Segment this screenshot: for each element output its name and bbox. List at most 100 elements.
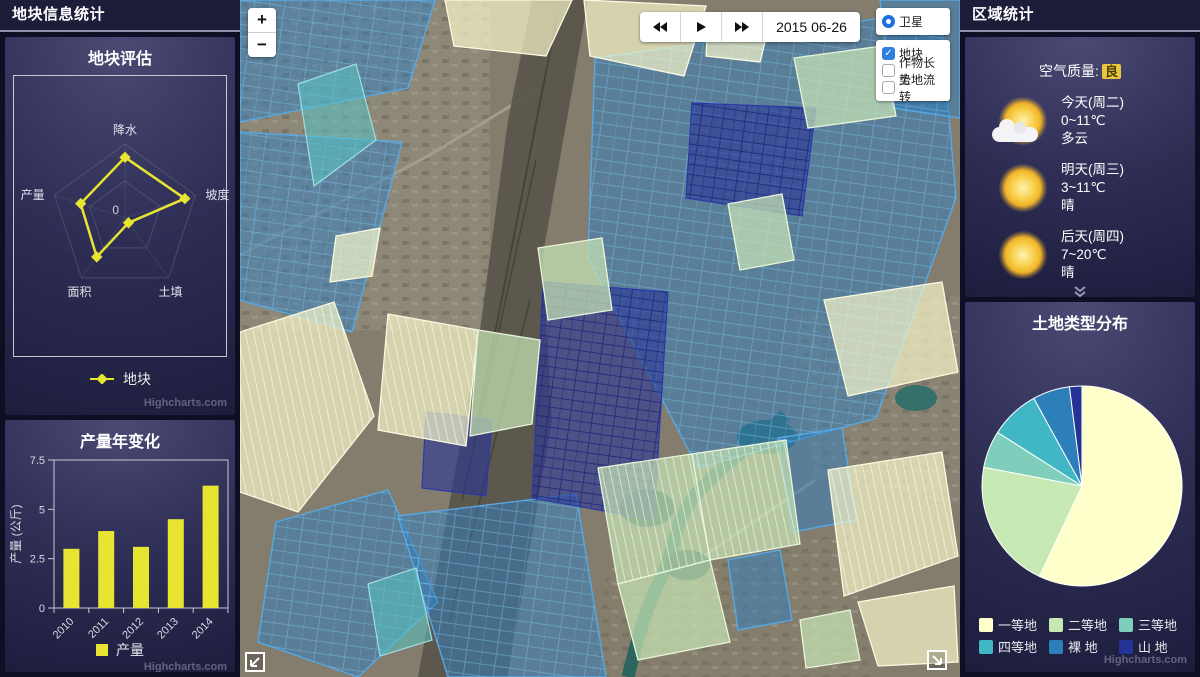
svg-text:0: 0: [112, 203, 119, 217]
weather-panel: 空气质量:良 今天(周二) 0~11℃ 多云 明天(周三) 3~11℃ 晴 后: [965, 37, 1195, 297]
pie-legend-item[interactable]: 四等地: [979, 637, 1049, 656]
legend-label: 一等地: [998, 615, 1037, 634]
right-sidebar-title: 区域统计: [960, 0, 1200, 32]
legend-label: 裸 地: [1068, 637, 1098, 656]
layer-label: 土地流转: [899, 71, 944, 105]
svg-text:2.5: 2.5: [30, 554, 45, 566]
weather-desc: 多云: [1061, 130, 1124, 148]
basemap-selector: 卫星: [876, 8, 950, 35]
legend-swatch: [1049, 640, 1063, 654]
svg-text:降水: 降水: [113, 123, 137, 137]
weather-day-tomorrow: 明天(周三) 3~11℃ 晴: [999, 161, 1195, 215]
legend-swatch: [1119, 618, 1133, 632]
weather-day-after: 后天(周四) 7~20℃ 晴: [999, 228, 1195, 282]
svg-text:2012: 2012: [120, 616, 146, 642]
timeline-date: 2015 06-26: [763, 12, 860, 42]
weather-desc: 晴: [1061, 197, 1124, 215]
weather-day-today: 今天(周二) 0~11℃ 多云: [999, 94, 1195, 148]
svg-text:7.5: 7.5: [30, 455, 45, 467]
svg-text:2013: 2013: [155, 616, 181, 642]
sun-cloud-icon: [999, 97, 1047, 145]
weather-day-name: 后天(周四): [1061, 228, 1124, 246]
svg-text:2010: 2010: [51, 616, 77, 642]
pie-legend-item[interactable]: 一等地: [979, 615, 1049, 634]
checkbox-icon[interactable]: [882, 64, 895, 77]
fast-forward-button[interactable]: [722, 12, 763, 42]
legend-swatch: [979, 618, 993, 632]
highcharts-credits[interactable]: Highcharts.com: [144, 397, 227, 409]
legend-swatch: [1119, 640, 1133, 654]
layer-row-land-transfer[interactable]: 土地流转: [882, 79, 944, 96]
bar-chart: 0 2.5 5 7.5 产量 (公斤) 2010 2011 2012 2013 2014: [6, 454, 234, 656]
land-type-panel: 土地类型分布 一等地二等地三等地四等地裸 地山 地 Highcharts.com: [965, 302, 1195, 672]
map-zoom-control: + −: [248, 8, 276, 57]
zoom-in-button[interactable]: +: [248, 8, 276, 32]
legend-swatch: [979, 640, 993, 654]
legend-label: 二等地: [1068, 615, 1107, 634]
bar-legend-label: 产量: [116, 640, 144, 660]
weather-day-name: 今天(周二): [1061, 94, 1124, 112]
satellite-radio-row[interactable]: 卫星: [882, 13, 944, 30]
series-marker-icon: [89, 374, 115, 384]
satellite-radio-label: 卫星: [899, 13, 923, 30]
map-viewport[interactable]: + − 2015 06-26 卫星 地块: [240, 0, 960, 677]
pie-chart-title: 土地类型分布: [965, 302, 1195, 334]
pie-legend-item[interactable]: 三等地: [1119, 615, 1189, 634]
left-sidebar: 地块信息统计 地块评估 降水坡度土填面积产量0 地块 Highcharts.co…: [0, 0, 240, 677]
air-quality-label: 空气质量:: [1039, 63, 1099, 79]
chevron-down-icon: [1071, 286, 1089, 297]
radio-selected-icon[interactable]: [882, 15, 895, 28]
svg-text:2014: 2014: [190, 616, 216, 642]
air-quality-row: 空气质量:良: [965, 61, 1195, 81]
highcharts-credits[interactable]: Highcharts.com: [1104, 654, 1187, 666]
left-sidebar-title: 地块信息统计: [0, 0, 240, 32]
checkbox-icon[interactable]: [882, 81, 895, 94]
zoom-out-button[interactable]: −: [248, 32, 276, 57]
play-button[interactable]: [681, 12, 722, 42]
svg-text:面积: 面积: [67, 285, 91, 299]
weather-temp: 0~11℃: [1061, 112, 1124, 130]
highcharts-credits[interactable]: Highcharts.com: [144, 661, 227, 672]
expand-map-right-icon[interactable]: [926, 649, 948, 671]
svg-text:0: 0: [39, 603, 45, 615]
right-sidebar: 区域统计 空气质量:良 今天(周二) 0~11℃ 多云 明天(周三) 3~11℃…: [960, 0, 1200, 677]
svg-text:2011: 2011: [86, 616, 111, 641]
svg-text:产量: 产量: [21, 188, 45, 202]
pie-chart[interactable]: [966, 338, 1194, 600]
layer-toggle-panel: 地块 作物长势 土地流转: [876, 40, 950, 101]
radar-legend-label: 地块: [123, 369, 151, 389]
svg-text:产量 (公斤): 产量 (公斤): [9, 504, 23, 563]
sun-icon: [999, 164, 1047, 212]
legend-label: 三等地: [1138, 615, 1177, 634]
play-icon: [695, 21, 707, 33]
weather-temp: 7~20℃: [1061, 246, 1124, 264]
sun-icon: [999, 231, 1047, 279]
svg-text:土填: 土填: [158, 285, 182, 299]
legend-swatch: [1049, 618, 1063, 632]
series-swatch: [96, 644, 108, 656]
bar-chart-title: 产量年变化: [5, 420, 235, 452]
pie-legend-item[interactable]: 二等地: [1049, 615, 1119, 634]
svg-text:5: 5: [39, 504, 45, 516]
weather-desc: 晴: [1061, 264, 1124, 282]
weather-day-name: 明天(周三): [1061, 161, 1124, 179]
radar-plot-area: 降水坡度土填 面积 产量 0: [13, 75, 227, 357]
fast-forward-icon: [734, 21, 750, 33]
plot-evaluation-panel: 地块评估 降水坡度土填 面积 产量 0 地块 Highcharts.com: [5, 37, 235, 415]
pie-legend: 一等地二等地三等地四等地裸 地山 地: [979, 615, 1189, 656]
satellite-map[interactable]: [240, 0, 960, 677]
legend-label: 四等地: [998, 637, 1037, 656]
checkbox-icon[interactable]: [882, 47, 895, 60]
bar-legend[interactable]: 产量: [5, 640, 235, 660]
yearly-yield-panel: 产量年变化 0 2.5 5 7.5 产量 (公斤) 2010 2011 2012 2013 201…: [5, 420, 235, 672]
timeline-playbar: 2015 06-26: [640, 12, 860, 42]
radar-legend[interactable]: 地块: [5, 369, 235, 389]
weather-expand-control[interactable]: [965, 286, 1195, 297]
expand-map-left-icon[interactable]: [244, 651, 266, 673]
rewind-icon: [652, 21, 668, 33]
air-quality-badge: 良: [1102, 64, 1121, 79]
radar-chart-title: 地块评估: [5, 37, 235, 69]
rewind-button[interactable]: [640, 12, 681, 42]
svg-text:坡度: 坡度: [205, 187, 229, 202]
weather-temp: 3~11℃: [1061, 179, 1124, 197]
